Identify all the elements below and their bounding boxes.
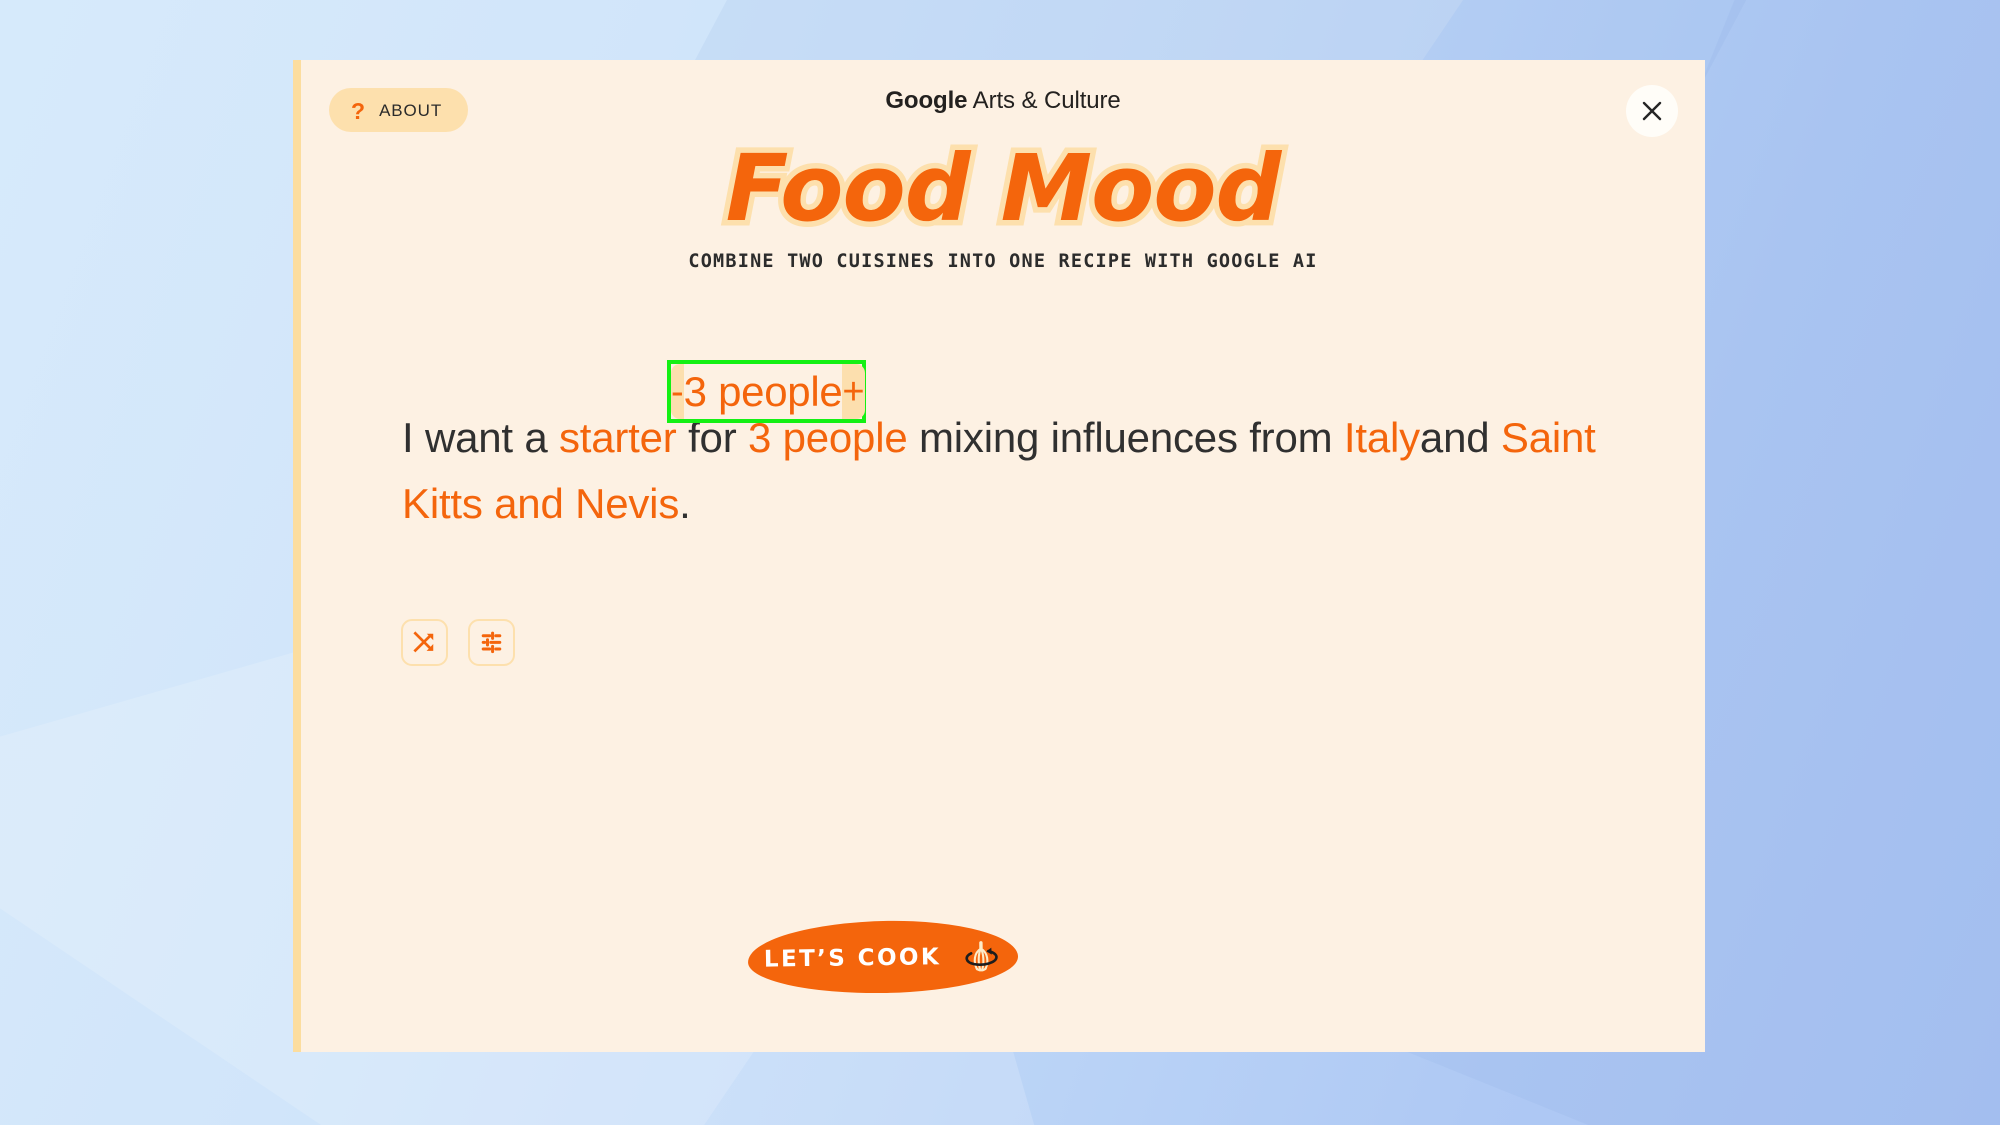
lets-cook-button[interactable]: LET’S COOK bbox=[747, 919, 1019, 995]
prompt-text-intro: I want a bbox=[402, 414, 559, 461]
people-count-value: 3 people bbox=[683, 364, 843, 419]
tagline: COMBINE TWO CUISINES INTO ONE RECIPE WIT… bbox=[688, 251, 1318, 272]
increase-people-button[interactable]: + bbox=[842, 364, 865, 419]
shuffle-icon bbox=[413, 631, 434, 653]
tune-icon bbox=[481, 631, 502, 654]
brand-google: Google bbox=[885, 87, 968, 114]
people-count-stepper[interactable]: - 3 people + bbox=[667, 360, 866, 423]
whisk-icon bbox=[965, 941, 998, 972]
food-mood-modal: ? ABOUT Google Arts & Culture Food Mood … bbox=[293, 60, 1705, 1052]
tune-button[interactable] bbox=[468, 619, 515, 666]
decrease-people-button[interactable]: - bbox=[671, 364, 684, 419]
prompt-text-mixing: mixing influences from bbox=[907, 414, 1344, 461]
brand-arts-culture: Arts & Culture bbox=[967, 87, 1121, 114]
prompt-actions bbox=[401, 619, 515, 666]
google-arts-culture-logo: Google Arts & Culture bbox=[301, 87, 1705, 115]
prompt-text-and: and bbox=[1419, 414, 1501, 461]
shuffle-button[interactable] bbox=[401, 619, 448, 666]
prompt-text-period: . bbox=[679, 480, 691, 527]
recipe-prompt-sentence: I want a starter for 3 people mixing inf… bbox=[402, 405, 1602, 537]
prompt-token-cuisine-1[interactable]: Italy bbox=[1344, 414, 1420, 461]
lets-cook-label: LET’S COOK bbox=[763, 943, 942, 973]
prompt-token-course[interactable]: starter bbox=[559, 414, 677, 461]
page-title: Food Mood bbox=[720, 130, 1287, 248]
